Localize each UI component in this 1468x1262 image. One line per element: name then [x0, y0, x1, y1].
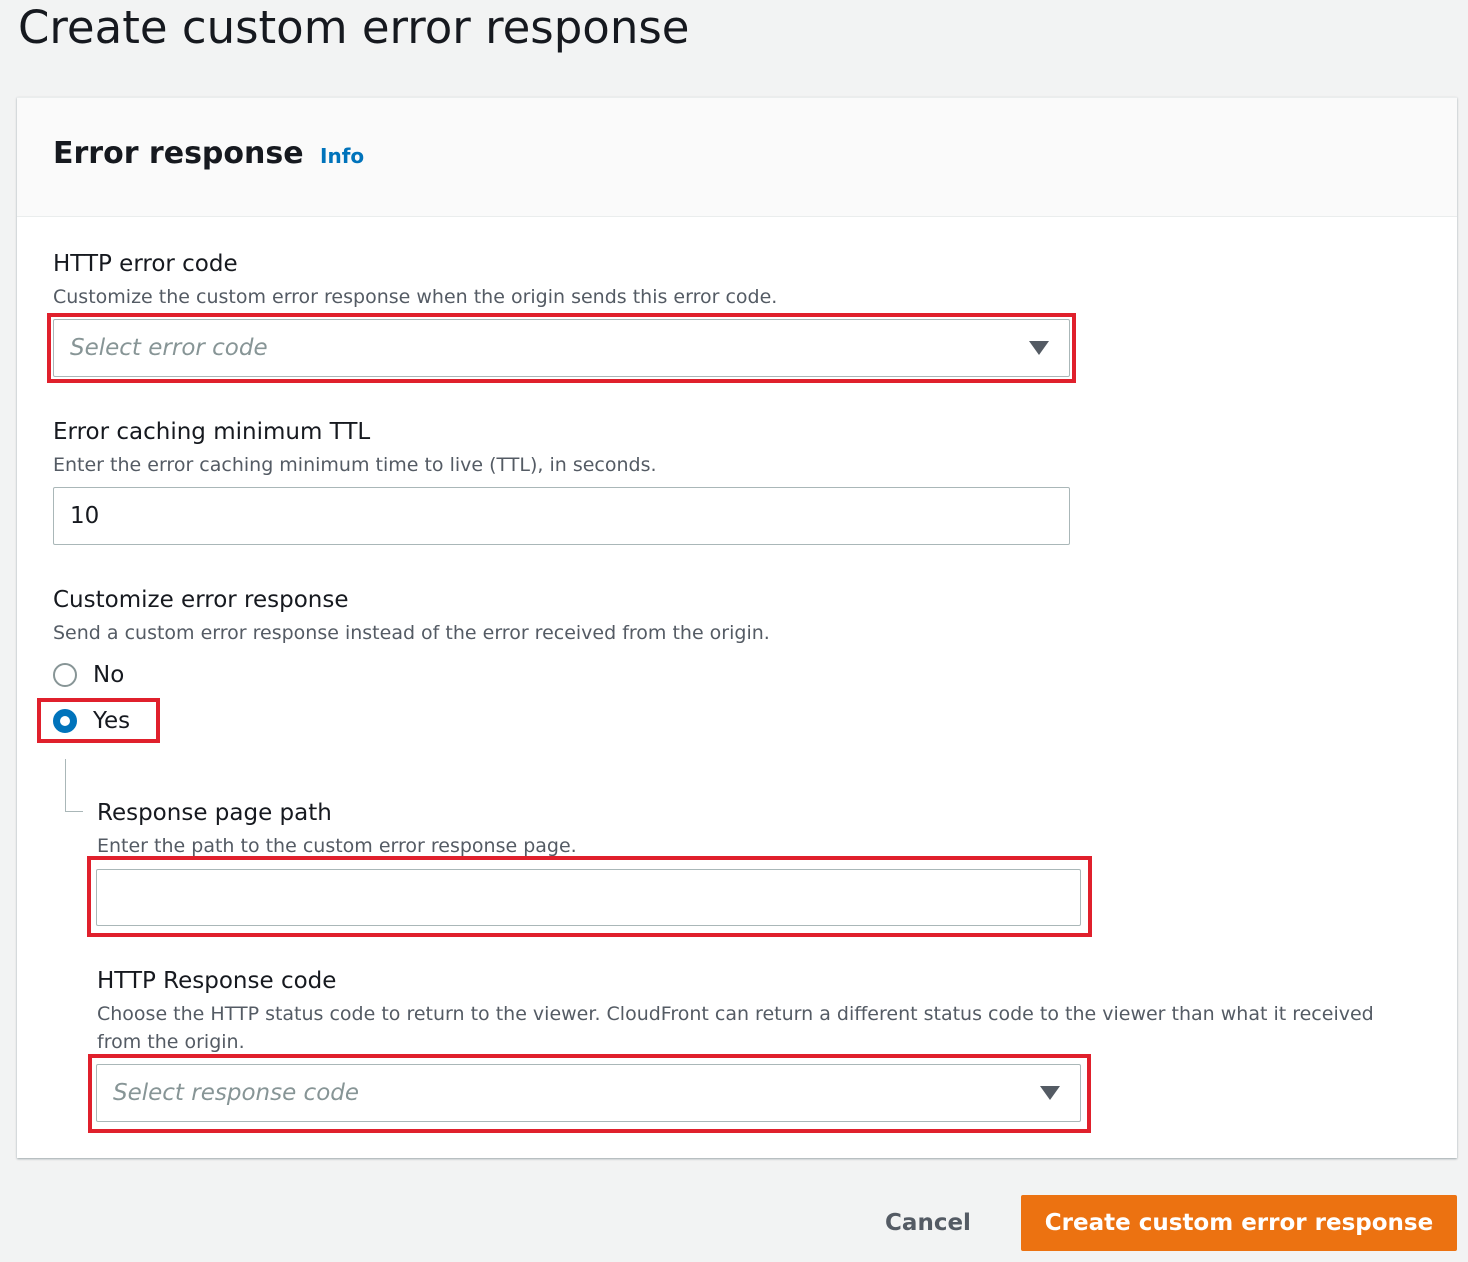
- info-link[interactable]: Info: [320, 144, 364, 168]
- http-response-code-description-line2: from the origin.: [97, 1031, 245, 1053]
- http-response-code-label: HTTP Response code: [97, 968, 337, 994]
- response-page-path-label: Response page path: [97, 800, 332, 826]
- http-error-code-description: Customize the custom error response when…: [53, 286, 778, 308]
- response-page-path-description: Enter the path to the custom error respo…: [97, 835, 577, 857]
- http-response-code-select[interactable]: Select response code: [96, 1064, 1081, 1122]
- panel-title-text: Error response: [53, 136, 304, 171]
- min-ttl-description: Enter the error caching minimum time to …: [53, 454, 657, 476]
- customize-description: Send a custom error response instead of …: [53, 622, 770, 644]
- caret-down-icon: [1029, 341, 1049, 355]
- tree-connector-line: [65, 811, 83, 812]
- radio-checked-icon[interactable]: [53, 709, 77, 733]
- customize-label: Customize error response: [53, 587, 349, 613]
- radio-option-yes[interactable]: Yes: [53, 706, 130, 736]
- tree-connector-line: [65, 759, 66, 811]
- panel-header: Error response Info: [17, 98, 1457, 217]
- min-ttl-label: Error caching minimum TTL: [53, 419, 371, 445]
- min-ttl-value: 10: [70, 503, 100, 529]
- page-title: Create custom error response: [18, 1, 690, 54]
- radio-option-no[interactable]: No: [53, 660, 124, 690]
- radio-label-yes: Yes: [93, 708, 131, 734]
- http-error-code-select[interactable]: Select error code: [53, 319, 1070, 377]
- panel-title: Error response Info: [53, 134, 364, 176]
- response-page-path-input[interactable]: [96, 869, 1081, 926]
- http-response-code-description-line1: Choose the HTTP status code to return to…: [97, 1003, 1374, 1025]
- http-error-code-label: HTTP error code: [53, 251, 238, 277]
- http-response-code-placeholder: Select response code: [113, 1080, 360, 1106]
- radio-label-no: No: [93, 662, 125, 688]
- http-error-code-placeholder: Select error code: [70, 335, 268, 361]
- caret-down-icon: [1040, 1086, 1060, 1100]
- min-ttl-input[interactable]: 10: [53, 487, 1070, 545]
- radio-unchecked-icon[interactable]: [53, 663, 77, 687]
- create-custom-error-response-button[interactable]: Create custom error response: [1021, 1195, 1457, 1251]
- cancel-button[interactable]: Cancel: [868, 1196, 988, 1250]
